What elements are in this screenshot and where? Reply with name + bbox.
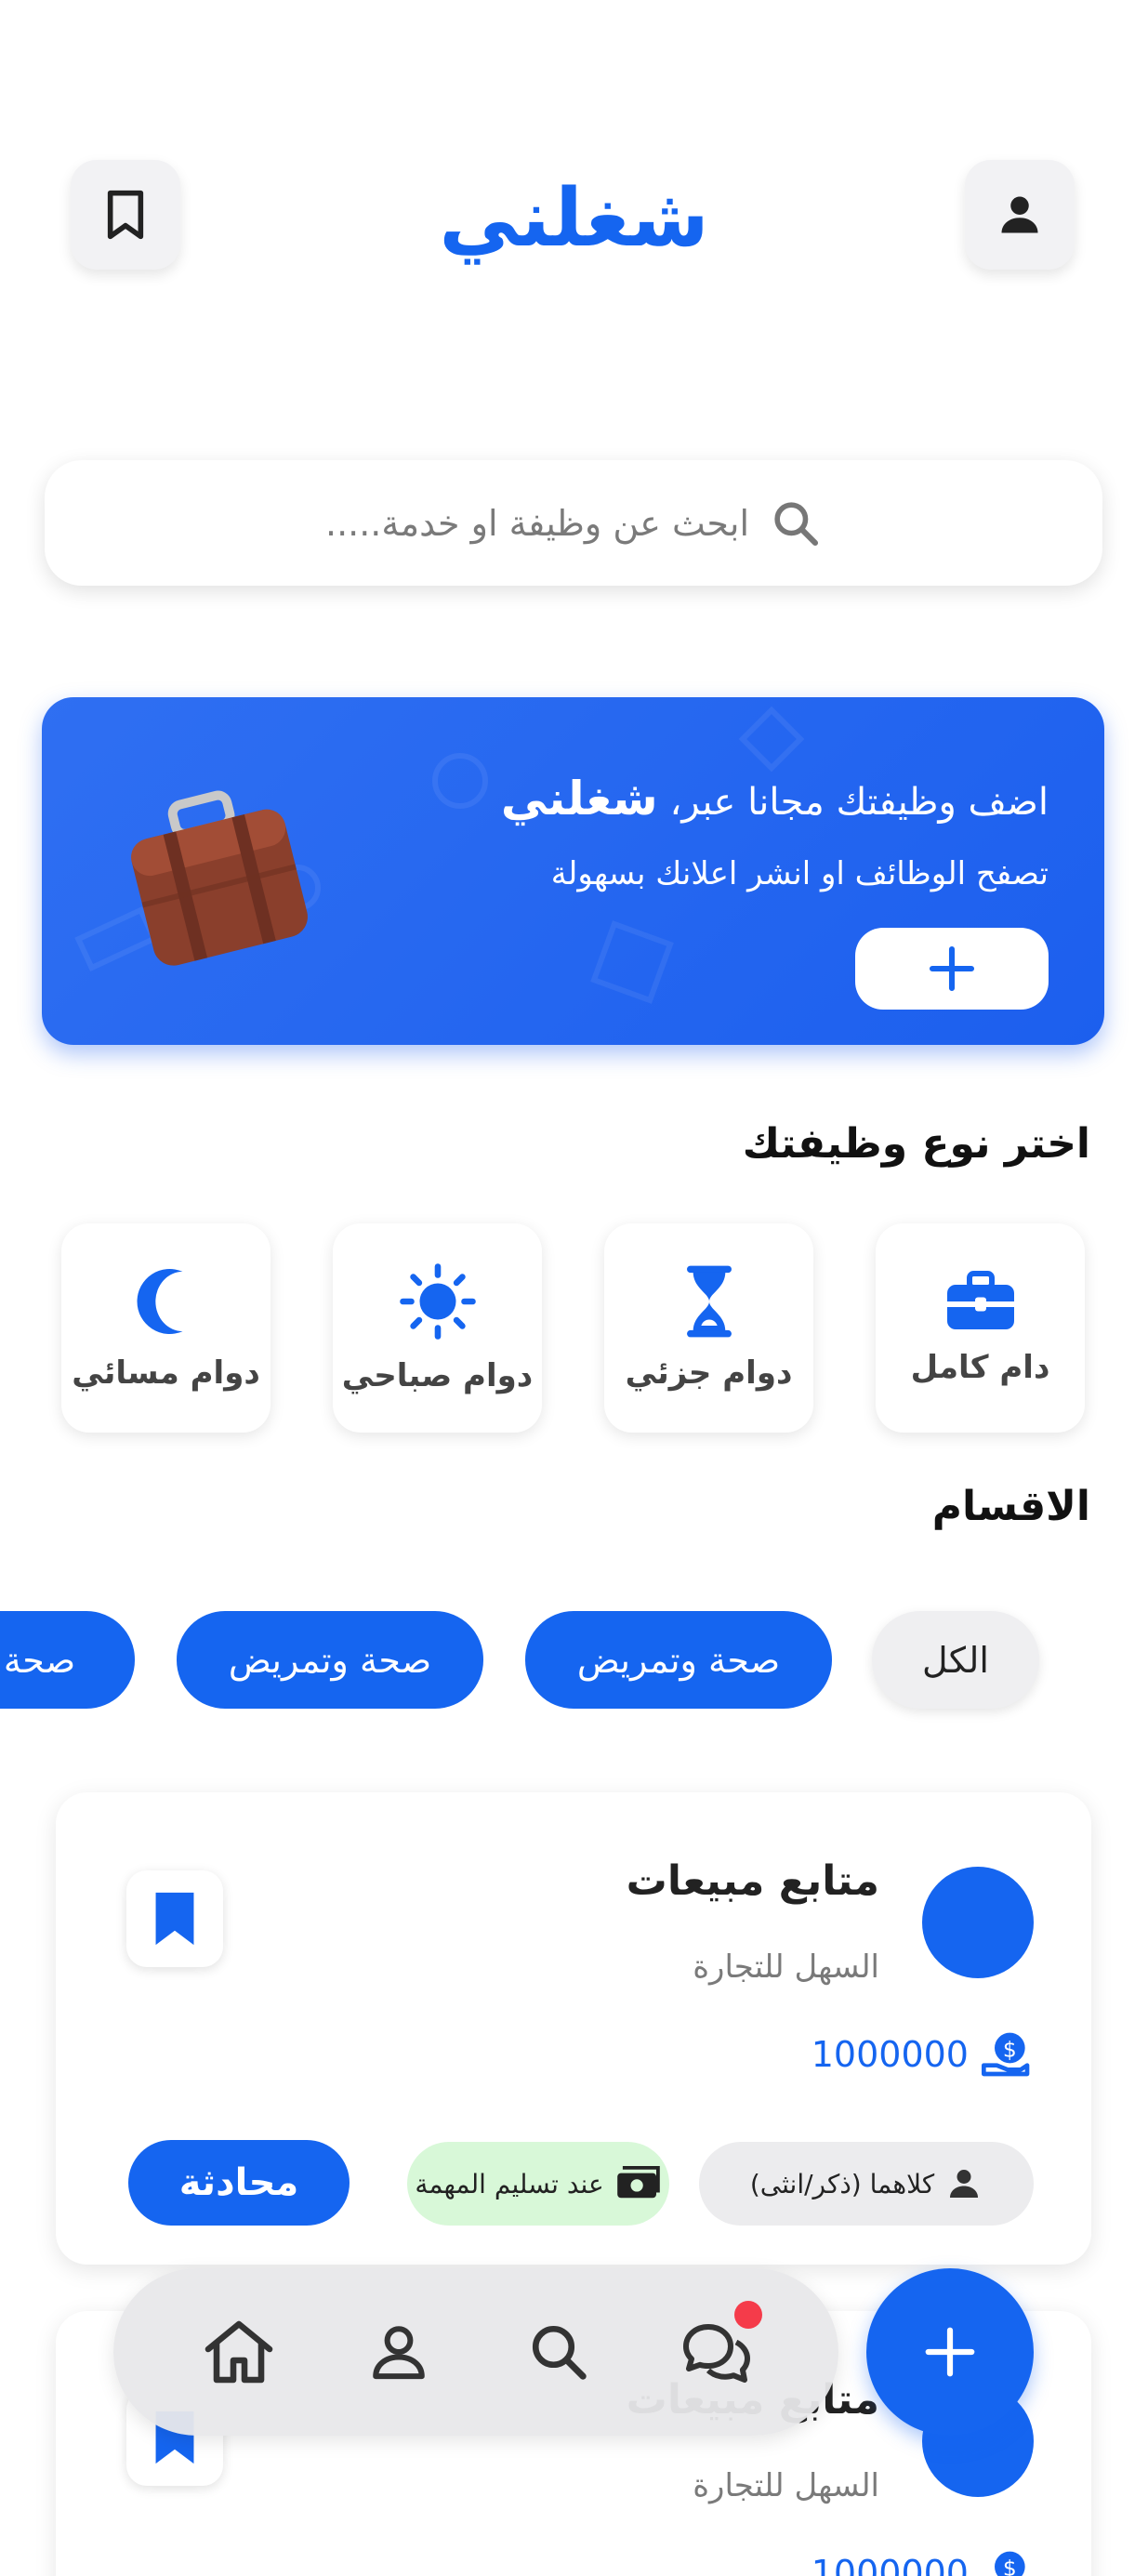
job-type-evening[interactable]: دوام مسائي <box>61 1223 271 1433</box>
company-name: السهل للتجارة <box>693 2467 879 2504</box>
job-types-title: اختر نوع وظيفتك <box>742 1120 1090 1168</box>
salary-value: 1000000 <box>811 2553 969 2576</box>
chat-bubbles-icon <box>683 2324 750 2383</box>
svg-text:$: $ <box>1003 2555 1017 2576</box>
salary: $ 1000000 <box>812 2549 1034 2576</box>
nav-profile[interactable] <box>357 2310 441 2394</box>
search-icon <box>774 501 819 546</box>
search-bar[interactable]: ابحث عن وظيفة او خدمة..... <box>45 460 1102 586</box>
sun-icon <box>399 1262 476 1340</box>
category-chip[interactable]: صحة وتمريض <box>525 1611 832 1709</box>
job-type-label: دوام صباحي <box>341 1356 534 1394</box>
company-name: السهل للتجارة <box>693 1949 879 1986</box>
job-type-morning[interactable]: دوام صباحي <box>333 1223 542 1433</box>
notification-dot <box>734 2301 762 2329</box>
banner-brand: شغلني <box>500 772 658 826</box>
promo-banner: اضف وظيفتك مجانا عبر، شغلني تصفح الوظائف… <box>42 697 1104 1045</box>
category-chip[interactable]: صحة <box>0 1611 135 1709</box>
search-placeholder: ابحث عن وظيفة او خدمة..... <box>324 502 750 544</box>
company-logo <box>922 1867 1034 1978</box>
job-type-label: دوام مسائي <box>72 1354 260 1392</box>
saved-jobs-button[interactable] <box>71 160 180 270</box>
categories-title: الاقسام <box>931 1483 1090 1530</box>
nav-search[interactable] <box>517 2310 600 2394</box>
person-outline-icon <box>373 2326 425 2380</box>
bookmark-outline-icon <box>107 190 144 240</box>
money-hand-icon: $ <box>995 2551 1025 2576</box>
payment-tag: عند تسليم المهمة <box>407 2142 669 2226</box>
search-icon <box>532 2325 587 2380</box>
category-chip[interactable]: صحة وتمريض <box>177 1611 483 1709</box>
job-type-label: دام كامل <box>910 1348 1050 1386</box>
add-job-button[interactable] <box>855 928 1049 1010</box>
person-icon <box>950 2170 979 2198</box>
plus-icon <box>925 2327 975 2377</box>
chat-button[interactable]: محادثة <box>128 2140 350 2226</box>
nav-chats[interactable] <box>675 2301 762 2394</box>
money-hand-icon: $ <box>982 2032 1030 2077</box>
bottom-nav <box>113 2268 838 2436</box>
save-job-button[interactable] <box>126 1870 223 1967</box>
salary: $ 1000000 <box>812 2030 1034 2079</box>
cash-icon <box>616 2166 660 2199</box>
job-type-label: دوام جزئي <box>625 1354 793 1392</box>
floating-add-button[interactable] <box>866 2268 1034 2436</box>
nav-home[interactable] <box>197 2310 281 2394</box>
home-icon <box>205 2320 273 2384</box>
briefcase-icon <box>946 1270 1014 1329</box>
job-card[interactable]: متابع مبيعات السهل للتجارة $ 1000000 كلا… <box>56 1792 1091 2265</box>
bookmark-icon <box>155 1892 194 1946</box>
banner-subtitle: تصفح الوظائف او انشر اعلانك بسهولة <box>550 855 1049 892</box>
category-chip-all[interactable]: الكل <box>872 1611 1039 1709</box>
salary-value: 1000000 <box>811 2034 969 2075</box>
banner-headline: اضف وظيفتك مجانا عبر، شغلني <box>500 772 1049 826</box>
gender-tag: كلاهما (ذكر/انثى) <box>699 2142 1034 2226</box>
job-type-full-time[interactable]: دام كامل <box>876 1223 1085 1433</box>
moon-icon <box>137 1268 182 1334</box>
hourglass-icon <box>686 1265 732 1337</box>
job-title: متابع مبيعات <box>626 1857 879 1905</box>
plus-icon <box>929 945 975 992</box>
svg-text:$: $ <box>1003 2036 1017 2062</box>
job-type-part-time[interactable]: دوام جزئي <box>604 1223 813 1433</box>
suitcase-illustration <box>131 790 308 966</box>
